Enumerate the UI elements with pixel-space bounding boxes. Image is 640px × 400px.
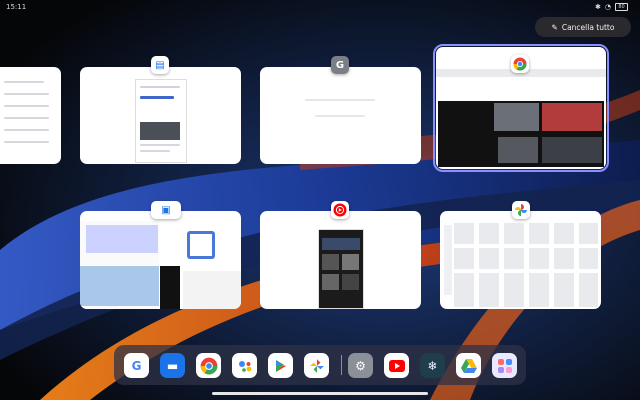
bluetooth-icon: ✱ <box>595 3 601 11</box>
battery-icon: 80 <box>615 3 628 11</box>
wifi-icon: ◔ <box>604 3 611 11</box>
split-screen-icon: ▣ <box>151 201 181 219</box>
recent-app-card-split[interactable] <box>80 211 241 309</box>
settings-icon[interactable]: ⚙ <box>348 353 373 378</box>
messages-icon[interactable]: ▬ <box>160 353 185 378</box>
status-time: 15:11 <box>6 3 27 11</box>
youtube-music-icon <box>331 201 349 219</box>
youtube-icon[interactable] <box>384 353 409 378</box>
play-store-icon[interactable] <box>268 353 293 378</box>
recent-app-card-left[interactable] <box>0 67 61 164</box>
chrome-icon <box>511 55 529 73</box>
clear-all-button[interactable]: ✎ Cancella tutto <box>535 17 631 37</box>
home-gesture-bar[interactable] <box>212 392 428 395</box>
broom-icon: ✎ <box>551 22 558 32</box>
app-preview <box>318 229 364 309</box>
clear-all-label: Cancella tutto <box>561 22 615 32</box>
app-preview <box>135 79 187 163</box>
snowflake-icon[interactable]: ❄ <box>420 353 445 378</box>
app-library-icon[interactable] <box>492 353 517 378</box>
dock: G ▬ ⚙ ❄ <box>114 345 526 385</box>
dock-separator <box>341 355 342 375</box>
chrome-icon[interactable] <box>196 353 221 378</box>
google-app-icon: G <box>331 56 349 74</box>
recent-app-card-news[interactable] <box>80 67 241 164</box>
drive-icon[interactable] <box>456 353 481 378</box>
recent-app-card-photos[interactable] <box>440 211 601 309</box>
google-photos-icon <box>512 201 530 219</box>
photos-icon[interactable] <box>304 353 329 378</box>
news-app-icon: ▤ <box>151 56 169 74</box>
recent-app-card-youtube-music[interactable] <box>260 211 421 309</box>
recent-app-card-google[interactable] <box>260 67 421 164</box>
google-icon[interactable]: G <box>124 353 149 378</box>
status-icons: ✱ ◔ 80 <box>595 3 628 11</box>
assistant-icon[interactable] <box>232 353 257 378</box>
